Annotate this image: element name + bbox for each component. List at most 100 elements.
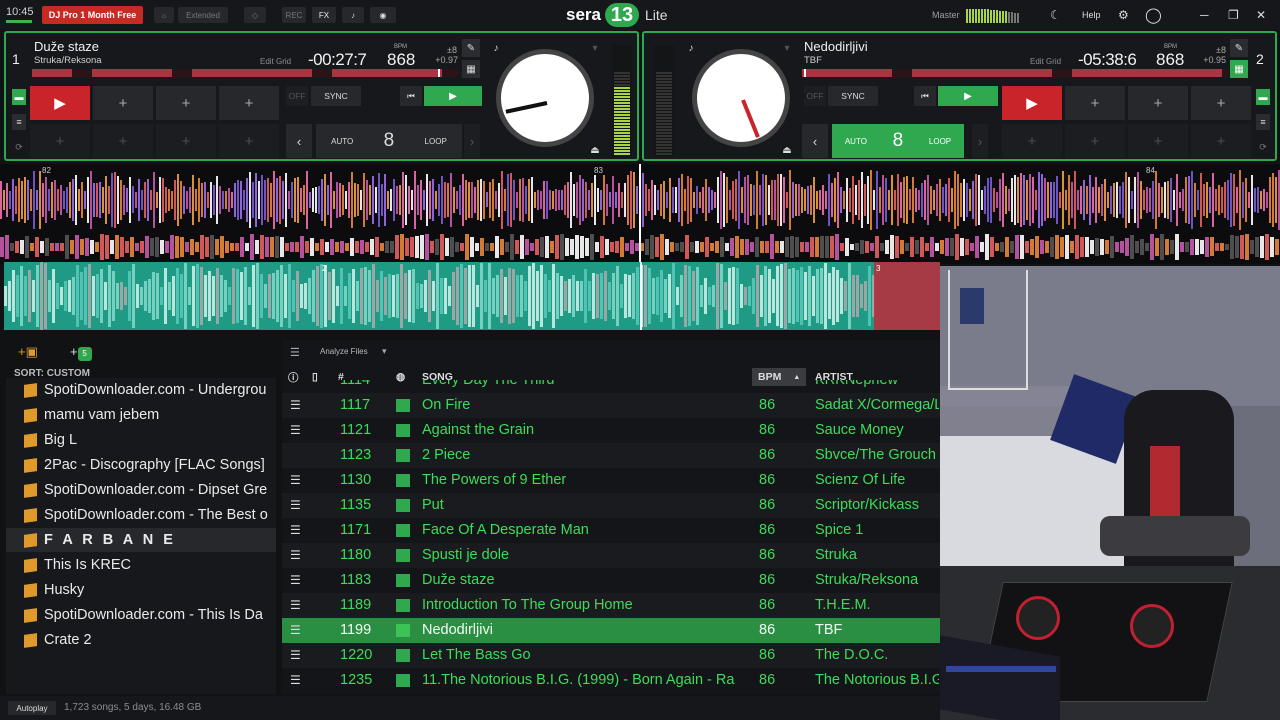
note-icon[interactable]: ♪ — [682, 39, 700, 57]
crate-item[interactable]: Husky — [6, 578, 276, 602]
hotcue-3[interactable]: + — [1128, 86, 1188, 120]
loop-half-button[interactable]: ‹ — [286, 124, 312, 158]
table-row[interactable]: ☰ 1171 Face Of A Desperate Man 86 Spice 1 — [282, 518, 940, 543]
hotcue-8[interactable]: + — [219, 124, 279, 158]
mic-icon[interactable]: ◉ — [370, 7, 396, 23]
table-row[interactable]: ☰ 1135 Put 86 Scriptor/Kickass — [282, 493, 940, 518]
crate-item[interactable]: Crate 2 — [6, 628, 276, 652]
add-smart-crate-button[interactable]: +5 — [70, 344, 92, 361]
user-icon[interactable]: ◯ — [1145, 7, 1162, 24]
hotcue-8[interactable]: + — [1191, 124, 1251, 158]
auto-loop-button[interactable]: AUTO — [845, 137, 867, 146]
hotcue-2[interactable]: + — [1065, 86, 1125, 120]
sync-button[interactable]: SYNC — [828, 86, 878, 106]
table-row[interactable]: ☰ 1121 Against the Grain 86 Sauce Money — [282, 418, 940, 443]
keyboard-icon[interactable]: ▦ — [1230, 60, 1248, 78]
edit-grid-button[interactable]: Edit Grid — [1030, 57, 1061, 66]
add-crate-button[interactable]: +▣ — [18, 344, 38, 360]
table-row[interactable]: ☰ 1189 Introduction To The Group Home 86 T.H… — [282, 593, 940, 618]
crate-item[interactable]: SpotiDownloader.com - Undergrou — [6, 378, 276, 402]
deck-1-platter[interactable] — [496, 49, 594, 147]
hotcue-7[interactable]: + — [156, 124, 216, 158]
hotcue-3[interactable]: + — [156, 86, 216, 120]
sync-icon[interactable]: ⟳ — [12, 139, 26, 155]
gear-icon[interactable]: ⚙ — [1118, 7, 1129, 23]
crate-item[interactable]: Big L — [6, 428, 276, 452]
table-row[interactable]: ☰ 1220 Let The Bass Go 86 The D.O.C. — [282, 643, 940, 668]
hotcue-4[interactable]: + — [1191, 86, 1251, 120]
moon-icon[interactable]: ☾ — [1050, 7, 1061, 23]
note-icon[interactable]: ♪ — [487, 39, 505, 57]
crate-item[interactable]: mamu vam jebem — [6, 403, 276, 427]
deck-2-platter[interactable] — [692, 49, 790, 147]
table-row[interactable]: ☰ 1183 Duže staze 86 Struka/Reksona — [282, 568, 940, 593]
play-button[interactable]: ▶ — [424, 86, 482, 106]
fx-button[interactable]: FX — [312, 7, 336, 23]
hotcue-1[interactable]: ▶ — [1002, 86, 1062, 120]
hotcue-5[interactable]: + — [1002, 124, 1062, 158]
close-icon[interactable]: ✕ — [1256, 7, 1266, 23]
crate-item[interactable]: This Is KREC — [6, 553, 276, 577]
sampler-icon[interactable]: ♪ — [342, 7, 364, 23]
zoomed-loop-waveform[interactable]: 2 3 — [4, 262, 940, 330]
track-overview[interactable] — [32, 69, 458, 77]
list-view-icon[interactable]: ☰ — [290, 346, 300, 359]
crate-item[interactable]: SpotiDownloader.com - The Best o — [6, 503, 276, 527]
loop-button[interactable]: LOOP — [425, 137, 447, 146]
settings-dim-icon[interactable]: ☼ — [154, 7, 174, 23]
pencil-icon[interactable]: ✎ — [462, 39, 480, 57]
menu-icon[interactable]: ≡ — [12, 114, 26, 130]
pencil-icon[interactable]: ✎ — [1230, 39, 1248, 57]
table-row[interactable]: ☰ 1180 Spusti je dole 86 Struka — [282, 543, 940, 568]
help-menu[interactable]: Help — [1082, 7, 1101, 23]
layout-select[interactable]: Extended — [178, 7, 228, 23]
hotcue-7[interactable]: + — [1128, 124, 1188, 158]
table-row-selected[interactable]: ☰ 1199 Nedodirljivi 86 TBF — [282, 618, 940, 643]
table-row-partial[interactable]: 1114 Every Day The Third KRKNephew — [282, 380, 940, 392]
eject-icon[interactable]: ⏏ — [586, 141, 604, 159]
hotcue-4[interactable]: + — [219, 86, 279, 120]
crate-item[interactable]: SpotiDownloader.com - Dipset Gre — [6, 478, 276, 502]
loop-button[interactable]: LOOP — [929, 137, 951, 146]
loop-double-button[interactable]: › — [464, 124, 480, 158]
crate-item[interactable]: 2Pac - Discography [FLAC Songs] — [6, 453, 276, 477]
hotcue-1[interactable]: ▶ — [30, 86, 90, 120]
hotcue-6[interactable]: + — [93, 124, 153, 158]
table-row[interactable]: ☰ 1130 The Powers of 9 Ether 86 Scienz Of Li… — [282, 468, 940, 493]
hotcue-2[interactable]: + — [93, 86, 153, 120]
hotcue-6[interactable]: + — [1065, 124, 1125, 158]
edit-grid-button[interactable]: Edit Grid — [260, 57, 291, 66]
eject-icon[interactable]: ⏏ — [778, 141, 796, 159]
cue-button[interactable]: ⏮ — [400, 86, 422, 106]
cue-button[interactable]: ⏮ — [914, 86, 936, 106]
crate-item-selected[interactable]: F A R B A N E — [6, 528, 276, 552]
table-row[interactable]: ☰ 1117 On Fire 86 Sadat X/Cormega/L — [282, 393, 940, 418]
sync-off-button[interactable]: OFF — [286, 86, 308, 106]
table-row[interactable]: 1123 2 Piece 86 Sbvce/The Grouch — [282, 443, 940, 468]
crate-item[interactable]: SpotiDownloader.com - This Is Da — [6, 603, 276, 627]
keyboard-icon[interactable]: ▦ — [462, 60, 480, 78]
auto-loop-button[interactable]: AUTO — [331, 137, 353, 146]
menu-icon[interactable]: ≡ — [1256, 114, 1270, 130]
chevron-down-icon[interactable]: ▾ — [778, 39, 796, 57]
hotcue-5[interactable]: + — [30, 124, 90, 158]
loop-double-button[interactable]: › — [972, 124, 988, 158]
main-waveform-display[interactable]: 82 83 84 — [0, 164, 1280, 264]
chevron-down-icon[interactable]: ▾ — [382, 346, 387, 357]
restore-icon[interactable]: ❐ — [1228, 7, 1239, 23]
analyze-files-button[interactable]: Analyze Files — [320, 347, 368, 356]
sync-button[interactable]: SYNC — [311, 86, 361, 106]
sync-icon[interactable]: ⟳ — [1256, 139, 1270, 155]
sync-off-button[interactable]: OFF — [804, 86, 826, 106]
deck-mode-button[interactable]: ▬ — [12, 89, 26, 105]
play-button[interactable]: ▶ — [938, 86, 998, 106]
shield-icon[interactable]: ◇ — [244, 7, 266, 23]
loop-half-button[interactable]: ‹ — [802, 124, 828, 158]
track-overview[interactable] — [802, 69, 1228, 77]
promo-button[interactable]: DJ Pro 1 Month Free — [42, 6, 143, 24]
minimize-icon[interactable]: ─ — [1200, 7, 1209, 23]
record-button[interactable]: REC — [282, 7, 306, 23]
deck-mode-button[interactable]: ▬ — [1256, 89, 1270, 105]
autoplay-button[interactable]: Autoplay — [8, 701, 56, 715]
chevron-down-icon[interactable]: ▾ — [586, 39, 604, 57]
